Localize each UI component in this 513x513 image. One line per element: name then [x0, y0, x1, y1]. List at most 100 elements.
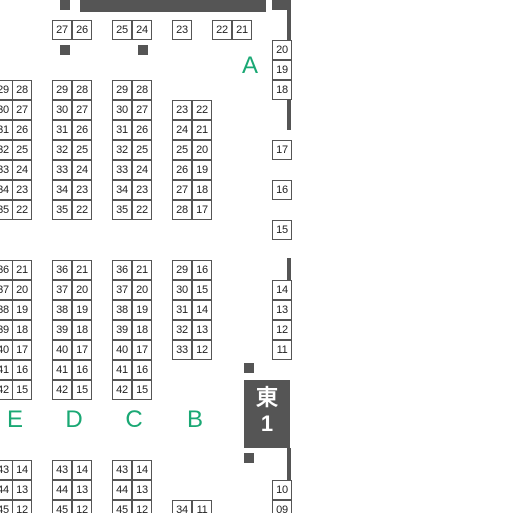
booth-b-lower-right-4[interactable]: 12	[192, 340, 212, 360]
booth-e-lower-right-3[interactable]: 18	[12, 320, 32, 340]
booth-d-bottom-left-2[interactable]: 45	[52, 500, 72, 513]
booth-c-bottom-left-0[interactable]: 43	[112, 460, 132, 480]
booth-d-top-0[interactable]: 27	[52, 20, 72, 40]
booth-e-upper-right-3[interactable]: 25	[12, 140, 32, 160]
booth-a-top-1[interactable]: 21	[232, 20, 252, 40]
booth-c-bottom-right-1[interactable]: 13	[132, 480, 152, 500]
booth-c-upper-right-3[interactable]: 25	[132, 140, 152, 160]
booth-d-lower-right-3[interactable]: 18	[72, 320, 92, 340]
booth-b-upper-right-5[interactable]: 17	[192, 200, 212, 220]
booth-d-upper-left-2[interactable]: 31	[52, 120, 72, 140]
booth-e-upper-right-0[interactable]: 28	[12, 80, 32, 100]
booth-d-lower-left-5[interactable]: 41	[52, 360, 72, 380]
booth-b-upper-left-2[interactable]: 25	[172, 140, 192, 160]
booth-c-lower-left-5[interactable]: 41	[112, 360, 132, 380]
booth-d-top-1[interactable]: 26	[72, 20, 92, 40]
booth-wall-mid-0[interactable]: 17	[272, 140, 292, 160]
booth-c-top-0[interactable]: 25	[112, 20, 132, 40]
booth-d-bottom-left-1[interactable]: 44	[52, 480, 72, 500]
booth-d-upper-right-3[interactable]: 25	[72, 140, 92, 160]
booth-c-upper-left-6[interactable]: 35	[112, 200, 132, 220]
booth-b-lower-right-1[interactable]: 15	[192, 280, 212, 300]
booth-d-upper-left-5[interactable]: 34	[52, 180, 72, 200]
booth-e-lower-right-4[interactable]: 17	[12, 340, 32, 360]
booth-b-lower-left-2[interactable]: 31	[172, 300, 192, 320]
booth-d-upper-right-4[interactable]: 24	[72, 160, 92, 180]
booth-b-upper-left-0[interactable]: 23	[172, 100, 192, 120]
booth-c-lower-left-3[interactable]: 39	[112, 320, 132, 340]
booth-d-lower-right-2[interactable]: 19	[72, 300, 92, 320]
booth-e-bottom-right-1[interactable]: 13	[12, 480, 32, 500]
booth-wall-upper-1[interactable]: 19	[272, 60, 292, 80]
booth-d-lower-right-0[interactable]: 21	[72, 260, 92, 280]
booth-e-upper-right-6[interactable]: 22	[12, 200, 32, 220]
booth-c-upper-left-3[interactable]: 32	[112, 140, 132, 160]
booth-c-bottom-left-2[interactable]: 45	[112, 500, 132, 513]
booth-b-upper-left-5[interactable]: 28	[172, 200, 192, 220]
booth-c-lower-right-4[interactable]: 17	[132, 340, 152, 360]
booth-wall-lower-3[interactable]: 11	[272, 340, 292, 360]
booth-wall-lower-1[interactable]: 13	[272, 300, 292, 320]
booth-d-bottom-right-0[interactable]: 14	[72, 460, 92, 480]
booth-e-upper-right-4[interactable]: 24	[12, 160, 32, 180]
booth-e-lower-right-2[interactable]: 19	[12, 300, 32, 320]
booth-c-lower-left-1[interactable]: 37	[112, 280, 132, 300]
booth-b-bottom-1[interactable]: 11	[192, 500, 212, 513]
booth-d-bottom-right-2[interactable]: 12	[72, 500, 92, 513]
booth-d-upper-right-6[interactable]: 22	[72, 200, 92, 220]
booth-c-lower-right-5[interactable]: 16	[132, 360, 152, 380]
booth-e-lower-right-5[interactable]: 16	[12, 360, 32, 380]
booth-c-upper-left-2[interactable]: 31	[112, 120, 132, 140]
booth-wall-lower-2[interactable]: 12	[272, 320, 292, 340]
booth-c-lower-left-0[interactable]: 36	[112, 260, 132, 280]
booth-b-lower-right-2[interactable]: 14	[192, 300, 212, 320]
booth-d-lower-right-5[interactable]: 16	[72, 360, 92, 380]
booth-c-bottom-left-1[interactable]: 44	[112, 480, 132, 500]
booth-d-upper-right-1[interactable]: 27	[72, 100, 92, 120]
booth-b-bottom-0[interactable]: 34	[172, 500, 192, 513]
booth-d-lower-right-6[interactable]: 15	[72, 380, 92, 400]
booth-wall-lower-0[interactable]: 14	[272, 280, 292, 300]
booth-d-upper-left-6[interactable]: 35	[52, 200, 72, 220]
booth-c-lower-right-2[interactable]: 19	[132, 300, 152, 320]
booth-wall-bottom-1[interactable]: 09	[272, 500, 292, 513]
booth-e-upper-right-5[interactable]: 23	[12, 180, 32, 200]
booth-d-upper-left-4[interactable]: 33	[52, 160, 72, 180]
booth-e-lower-right-0[interactable]: 21	[12, 260, 32, 280]
booth-c-bottom-right-2[interactable]: 12	[132, 500, 152, 513]
booth-b-upper-left-1[interactable]: 24	[172, 120, 192, 140]
booth-b-upper-left-3[interactable]: 26	[172, 160, 192, 180]
booth-d-bottom-right-1[interactable]: 13	[72, 480, 92, 500]
booth-b-upper-right-1[interactable]: 21	[192, 120, 212, 140]
booth-b-top-0[interactable]: 23	[172, 20, 192, 40]
booth-d-upper-right-2[interactable]: 26	[72, 120, 92, 140]
booth-d-lower-right-4[interactable]: 17	[72, 340, 92, 360]
booth-d-lower-left-4[interactable]: 40	[52, 340, 72, 360]
booth-b-lower-left-4[interactable]: 33	[172, 340, 192, 360]
booth-d-upper-left-0[interactable]: 29	[52, 80, 72, 100]
booth-c-upper-right-2[interactable]: 26	[132, 120, 152, 140]
booth-e-lower-right-6[interactable]: 15	[12, 380, 32, 400]
booth-c-lower-left-2[interactable]: 38	[112, 300, 132, 320]
booth-b-upper-right-2[interactable]: 20	[192, 140, 212, 160]
booth-b-lower-right-3[interactable]: 13	[192, 320, 212, 340]
booth-b-upper-right-3[interactable]: 19	[192, 160, 212, 180]
booth-d-lower-left-0[interactable]: 36	[52, 260, 72, 280]
booth-d-lower-left-3[interactable]: 39	[52, 320, 72, 340]
booth-d-upper-right-0[interactable]: 28	[72, 80, 92, 100]
booth-c-upper-right-6[interactable]: 22	[132, 200, 152, 220]
booth-c-upper-right-5[interactable]: 23	[132, 180, 152, 200]
booth-wall-bottom-0[interactable]: 10	[272, 480, 292, 500]
booth-c-lower-right-1[interactable]: 20	[132, 280, 152, 300]
booth-c-upper-right-4[interactable]: 24	[132, 160, 152, 180]
booth-wall-mid-1[interactable]: 16	[272, 180, 292, 200]
booth-b-upper-right-0[interactable]: 22	[192, 100, 212, 120]
booth-c-lower-right-0[interactable]: 21	[132, 260, 152, 280]
booth-b-upper-left-4[interactable]: 27	[172, 180, 192, 200]
booth-c-upper-left-1[interactable]: 30	[112, 100, 132, 120]
booth-d-lower-right-1[interactable]: 20	[72, 280, 92, 300]
booth-wall-mid-2[interactable]: 15	[272, 220, 292, 240]
booth-b-lower-right-0[interactable]: 16	[192, 260, 212, 280]
booth-d-bottom-left-0[interactable]: 43	[52, 460, 72, 480]
booth-c-lower-right-3[interactable]: 18	[132, 320, 152, 340]
